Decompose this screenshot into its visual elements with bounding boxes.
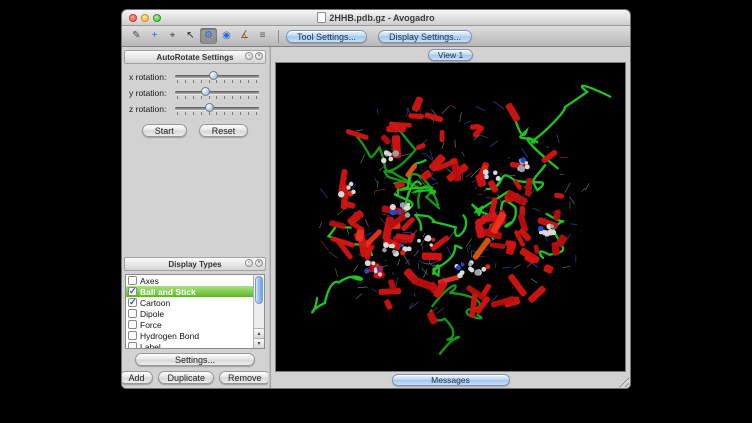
measure-tool-icon[interactable]: ∡ bbox=[236, 28, 253, 44]
checkbox[interactable] bbox=[128, 320, 137, 329]
display-types-panel-header[interactable]: Display Types ▫ × bbox=[124, 257, 266, 271]
zoom-tool-icon[interactable]: ⌖ bbox=[164, 28, 181, 44]
slider-label: z rotation: bbox=[126, 104, 175, 114]
display-type-label: Ball and Stick bbox=[140, 287, 196, 297]
display-type-label: Cartoon bbox=[140, 298, 170, 308]
draw-tool-icon[interactable]: ✎ bbox=[128, 28, 145, 44]
x-rotation-row: x rotation: bbox=[126, 69, 264, 85]
display-type-label: Dipole bbox=[140, 309, 164, 319]
x-rotation-slider[interactable] bbox=[175, 70, 259, 84]
title-bar[interactable]: 2HHB.pdb.gz - Avogadro bbox=[122, 10, 630, 26]
toolbar-separator bbox=[278, 30, 279, 43]
slider-ticks bbox=[177, 80, 257, 83]
z-rotation-slider[interactable] bbox=[175, 102, 259, 116]
slider-label: y rotation: bbox=[126, 88, 175, 98]
dock-panel-area: AutoRotate Settings ▫ × x rotation: y rot… bbox=[122, 47, 268, 388]
checkbox[interactable] bbox=[128, 342, 137, 348]
display-settings-button[interactable]: Display Settings... bbox=[378, 30, 472, 43]
panel-close-icon[interactable]: × bbox=[255, 259, 263, 267]
slider-label: x rotation: bbox=[126, 72, 175, 82]
auto-optimize-tool-icon[interactable]: ◉ bbox=[218, 28, 235, 44]
z-rotation-row: z rotation: bbox=[126, 101, 264, 117]
display-types-panel: Display Types ▫ × Axes✓Ball and Stick✓Ca… bbox=[124, 257, 266, 384]
panel-gap bbox=[124, 137, 266, 257]
display-type-row[interactable]: Label bbox=[126, 341, 253, 348]
remove-button[interactable]: Remove bbox=[219, 371, 271, 384]
messages-row: Messages bbox=[275, 372, 626, 388]
scrollbar-thumb[interactable] bbox=[255, 276, 263, 304]
z-rotation-thumb[interactable] bbox=[205, 103, 214, 112]
messages-button[interactable]: Messages bbox=[392, 374, 510, 386]
view-area: View 1 Messages bbox=[271, 47, 630, 388]
panel-close-icon[interactable]: × bbox=[255, 52, 263, 60]
scroll-arrows: ▲ ▼ bbox=[254, 328, 264, 348]
avogadro-window: 2HHB.pdb.gz - Avogadro ✎+⌖↖⚙◉∡≡ Tool Set… bbox=[121, 9, 631, 389]
autorotate-panel-header[interactable]: AutoRotate Settings ▫ × bbox=[124, 50, 266, 64]
start-button[interactable]: Start bbox=[142, 124, 187, 137]
checkbox[interactable]: ✓ bbox=[128, 298, 137, 307]
slider-ticks bbox=[177, 96, 257, 99]
manipulate-tool-icon[interactable]: ↖ bbox=[182, 28, 199, 44]
window-content: AutoRotate Settings ▫ × x rotation: y rot… bbox=[122, 47, 630, 388]
y-rotation-row: y rotation: bbox=[126, 85, 264, 101]
display-type-label: Force bbox=[140, 320, 162, 330]
view-tabstrip: View 1 bbox=[275, 47, 626, 62]
checkbox[interactable] bbox=[128, 276, 137, 285]
checkbox[interactable] bbox=[128, 309, 137, 318]
display-type-label: Axes bbox=[140, 276, 159, 286]
checkbox[interactable]: ✓ bbox=[128, 287, 137, 296]
display-type-row[interactable]: Dipole bbox=[126, 308, 253, 319]
view-1-tab[interactable]: View 1 bbox=[428, 49, 473, 61]
display-type-actions: Add Duplicate Remove bbox=[124, 371, 266, 384]
panel-float-icon[interactable]: ▫ bbox=[245, 52, 253, 60]
autorotate-panel-title: AutoRotate Settings bbox=[157, 53, 234, 62]
panel-buttons: ▫ × bbox=[245, 259, 263, 267]
toolbar: ✎+⌖↖⚙◉∡≡ Tool Settings... Display Settin… bbox=[122, 26, 630, 47]
display-type-row[interactable]: Hydrogen Bond bbox=[126, 330, 253, 341]
display-type-row[interactable]: ✓Cartoon bbox=[126, 297, 253, 308]
display-type-row[interactable]: Axes bbox=[126, 275, 253, 286]
tool-settings-button[interactable]: Tool Settings... bbox=[286, 30, 367, 43]
auto-rotate-tool-icon[interactable]: ⚙ bbox=[200, 28, 217, 44]
display-type-row[interactable]: ✓Ball and Stick bbox=[126, 286, 253, 297]
y-rotation-thumb[interactable] bbox=[201, 87, 210, 96]
display-type-label: Label bbox=[140, 342, 161, 349]
title-area: 2HHB.pdb.gz - Avogadro bbox=[122, 10, 630, 25]
molecule-render bbox=[276, 63, 625, 371]
reset-button[interactable]: Reset bbox=[199, 124, 249, 137]
panel-float-icon[interactable]: ▫ bbox=[245, 259, 253, 267]
toolbar-tools: ✎+⌖↖⚙◉∡≡ bbox=[128, 28, 271, 44]
display-type-row[interactable]: Force bbox=[126, 319, 253, 330]
display-types-list-box: Axes✓Ball and Stick✓CartoonDipoleForceHy… bbox=[125, 274, 265, 349]
add-button[interactable]: Add bbox=[121, 371, 153, 384]
window-title: 2HHB.pdb.gz - Avogadro bbox=[329, 13, 434, 23]
autorotate-buttons: Start Reset bbox=[124, 124, 266, 137]
scroll-down-icon[interactable]: ▼ bbox=[254, 338, 264, 348]
autorotate-panel: AutoRotate Settings ▫ × x rotation: y rot… bbox=[124, 50, 266, 137]
panel-buttons: ▫ × bbox=[245, 52, 263, 60]
settings-button[interactable]: Settings... bbox=[135, 353, 255, 366]
duplicate-button[interactable]: Duplicate bbox=[158, 371, 214, 384]
y-rotation-slider[interactable] bbox=[175, 86, 259, 100]
display-type-label: Hydrogen Bond bbox=[140, 331, 199, 341]
screen-background: 2HHB.pdb.gz - Avogadro ✎+⌖↖⚙◉∡≡ Tool Set… bbox=[0, 0, 752, 423]
align-tool-icon[interactable]: ≡ bbox=[254, 28, 271, 44]
display-types-panel-title: Display Types bbox=[168, 260, 221, 269]
list-scrollbar[interactable]: ▲ ▼ bbox=[253, 275, 264, 348]
display-types-list: Axes✓Ball and Stick✓CartoonDipoleForceHy… bbox=[126, 275, 253, 348]
molecule-viewport[interactable] bbox=[275, 62, 626, 372]
scroll-up-icon[interactable]: ▲ bbox=[254, 328, 264, 338]
display-settings-row: Settings... bbox=[124, 353, 266, 366]
document-icon bbox=[317, 12, 326, 23]
navigate-tool-icon[interactable]: + bbox=[146, 28, 163, 44]
x-rotation-thumb[interactable] bbox=[209, 71, 218, 80]
slider-ticks bbox=[177, 112, 257, 115]
checkbox[interactable] bbox=[128, 331, 137, 340]
autorotate-sliders: x rotation: y rotation: z rotation: bbox=[124, 64, 266, 117]
